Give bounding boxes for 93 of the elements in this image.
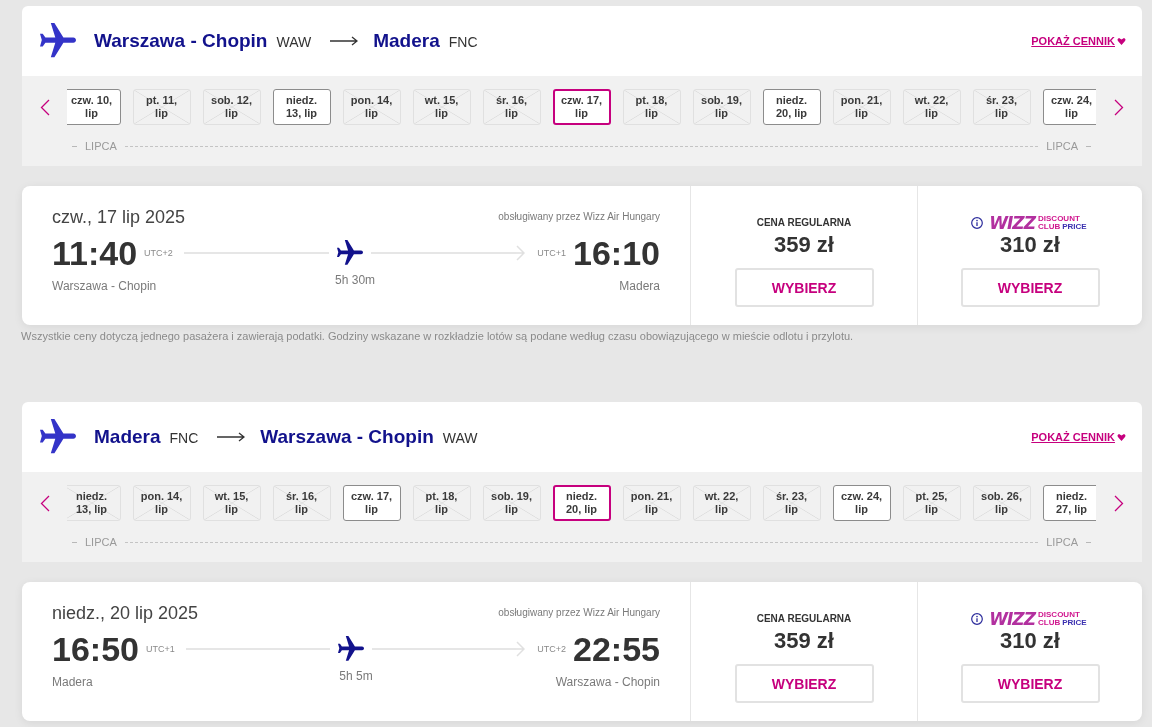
date-button[interactable]: pon. 21, lip — [832, 89, 891, 125]
departure-time: 11:40 — [52, 234, 138, 272]
fare-price: 310 zł — [1000, 628, 1060, 654]
operator-note: obsługiwany przez Wizz Air Hungary — [498, 607, 660, 619]
date-button[interactable]: czw. 17, lip — [342, 485, 401, 521]
date-button[interactable]: śr. 23, lip — [972, 89, 1031, 125]
info-icon[interactable] — [971, 613, 984, 625]
date-button[interactable]: sob. 19, lip — [692, 89, 751, 125]
date-button[interactable]: pt. 18, lip — [622, 89, 681, 125]
logo-wordmark: WIZZ — [989, 610, 1036, 628]
date-button[interactable]: śr. 16, lip — [272, 485, 331, 521]
date-button[interactable]: pt. 18, lip — [412, 485, 471, 521]
flight-date: czw., 17 lip 2025 — [52, 206, 186, 228]
month-label: LIPCA — [85, 140, 117, 153]
date-button[interactable]: wt. 15, lip — [202, 485, 261, 521]
airport-code: FNC — [169, 429, 199, 447]
arrow-right-icon — [217, 432, 246, 442]
month-label: LIPCA — [1046, 140, 1078, 153]
month-label: LIPCA — [85, 536, 117, 549]
fare-price: 359 zł — [774, 232, 834, 258]
fare-label: CENA REGULARNA — [756, 613, 852, 625]
chevron-right-icon[interactable] — [1114, 494, 1124, 512]
chevron-right-icon[interactable] — [1114, 98, 1124, 116]
date-button[interactable]: wt. 15, lip — [412, 89, 471, 125]
airplane-icon — [40, 23, 76, 59]
date-button[interactable]: niedz. 13, lip — [272, 89, 331, 125]
timezone-label: UTC+1 — [145, 643, 175, 655]
origin-city: Warszawa - Chopin — [94, 29, 268, 53]
date-button[interactable]: sob. 19, lip — [482, 485, 541, 521]
operator-note: obsługiwany przez Wizz Air Hungary — [498, 211, 660, 223]
airport-code: WAW — [276, 33, 312, 51]
date-button[interactable]: pt. 11, lip — [132, 89, 191, 125]
date-button[interactable]: śr. 23, lip — [762, 485, 821, 521]
logo-wordmark: WIZZ — [989, 214, 1036, 232]
departure-city: Warszawa - Chopin — [52, 278, 157, 294]
origin-city: Madera — [94, 425, 161, 449]
date-button[interactable]: sob. 26, lip — [972, 485, 1031, 521]
flight-duration: 5h 5m — [339, 668, 373, 685]
date-button[interactable]: pon. 21, lip — [622, 485, 681, 521]
date-button[interactable]: pt. 25, lip — [902, 485, 961, 521]
logo-tagline: CLUB PRICE — [1038, 223, 1088, 231]
date-button[interactable]: niedz. 20, lip — [762, 89, 821, 125]
logo-tagline: DISCOUNT — [1038, 215, 1081, 223]
flight-date: niedz., 20 lip 2025 — [52, 602, 199, 624]
airplane-icon — [40, 419, 76, 455]
chevron-left-icon[interactable] — [39, 494, 50, 512]
info-icon[interactable] — [971, 217, 984, 229]
date-button[interactable]: czw. 24, lip — [832, 485, 891, 521]
arrival-city: Madera — [619, 278, 660, 294]
price-footnote: Wszystkie ceny dotyczą jednego pasażera i zawierają podatki. Godziny wskazane w rozkładzie lotów są podane według czasu obowiązującego w mieście odlotu i przylotu. — [21, 329, 855, 344]
date-button[interactable]: wt. 22, lip — [902, 89, 961, 125]
timezone-label: UTC+2 — [537, 643, 567, 655]
select-button[interactable]: WYBIERZ — [960, 268, 1100, 307]
arrow-right-icon — [330, 36, 359, 46]
departure-city: Madera — [52, 674, 93, 690]
timezone-label: UTC+1 — [537, 247, 567, 259]
flight-duration: 5h 30m — [335, 272, 376, 289]
logo-tagline: DISCOUNT — [1038, 611, 1081, 619]
date-button[interactable]: pon. 14, lip — [132, 485, 191, 521]
fare-price: 310 zł — [1000, 232, 1060, 258]
date-button[interactable]: pon. 14, lip — [342, 89, 401, 125]
destination-city: Warszawa - Chopin — [260, 425, 434, 449]
heart-icon — [1117, 433, 1126, 441]
logo-tagline: CLUB PRICE — [1038, 619, 1088, 627]
date-button[interactable]: czw. 24, lip — [1042, 89, 1096, 125]
date-button[interactable]: czw. 10, lip — [67, 89, 121, 125]
date-button[interactable]: sob. 12, lip — [202, 89, 261, 125]
date-button[interactable]: czw. 17, lip — [552, 89, 611, 125]
arrival-time: 16:10 — [573, 234, 660, 272]
select-button[interactable]: WYBIERZ — [734, 664, 874, 703]
month-label: LIPCA — [1046, 536, 1078, 549]
date-button[interactable]: niedz. 13, lip — [67, 485, 121, 521]
show-price-list-link[interactable]: POKAŻ CENNIK — [1031, 34, 1126, 48]
select-button[interactable]: WYBIERZ — [734, 268, 874, 307]
airport-code: FNC — [448, 33, 478, 51]
destination-city: Madera — [373, 29, 440, 53]
arrival-city: Warszawa - Chopin — [555, 674, 660, 690]
fare-label: CENA REGULARNA — [756, 217, 852, 229]
arrival-time: 22:55 — [573, 630, 660, 668]
fare-price: 359 zł — [774, 628, 834, 654]
airport-code: WAW — [442, 429, 478, 447]
date-button[interactable]: niedz. 20, lip — [552, 485, 611, 521]
date-button[interactable]: wt. 22, lip — [692, 485, 751, 521]
show-price-list-link[interactable]: POKAŻ CENNIK — [1031, 430, 1126, 444]
date-button[interactable]: śr. 16, lip — [482, 89, 541, 125]
airplane-icon — [338, 636, 364, 662]
date-button[interactable]: niedz. 27, lip — [1042, 485, 1096, 521]
airplane-icon — [337, 240, 364, 266]
departure-time: 16:50 — [52, 630, 139, 668]
chevron-left-icon[interactable] — [39, 98, 50, 116]
select-button[interactable]: WYBIERZ — [960, 664, 1100, 703]
heart-icon — [1117, 37, 1126, 45]
timezone-label: UTC+2 — [144, 247, 173, 259]
